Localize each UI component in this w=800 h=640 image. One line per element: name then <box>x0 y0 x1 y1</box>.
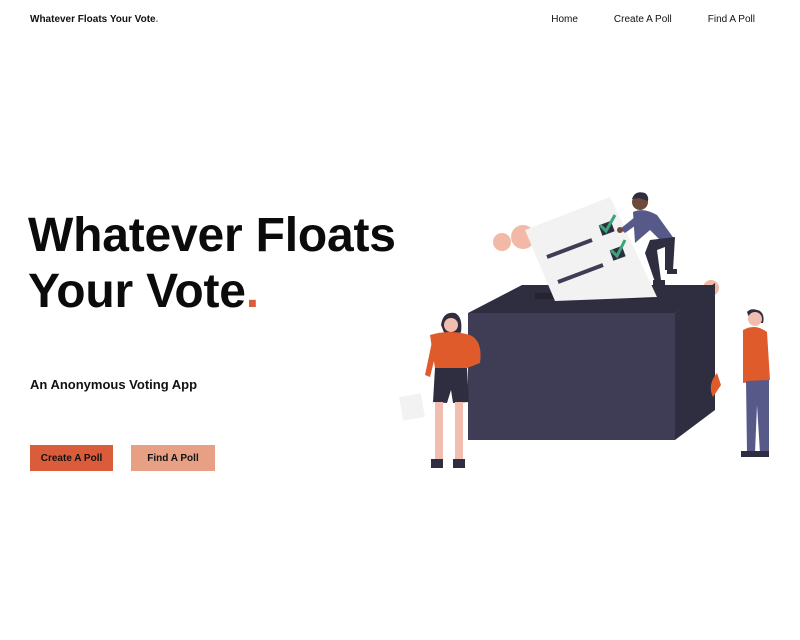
man-on-box-shoe-2 <box>667 269 677 274</box>
create-poll-button[interactable]: Create A Poll <box>30 445 113 471</box>
nav-links: Home Create A Poll Find A Poll <box>551 14 755 25</box>
ballot-box <box>468 283 715 440</box>
decor-circle-1 <box>493 233 511 251</box>
brand-name: Whatever Floats Your Vote <box>30 14 156 25</box>
woman-head <box>444 318 458 332</box>
man-on-box-shoe-1 <box>653 280 665 285</box>
woman-leg-2 <box>455 402 463 460</box>
brand-dot: . <box>155 14 159 25</box>
man-right-shoe-1 <box>741 451 755 457</box>
woman-leg-1 <box>435 402 443 460</box>
hero-title-line-2: Your Vote. <box>28 264 428 320</box>
man-right-head <box>748 312 762 326</box>
hero-title-line-1: Whatever Floats <box>28 209 396 262</box>
woman-torso <box>430 332 481 368</box>
man-right-legs <box>746 380 769 453</box>
woman-shoe-2 <box>453 459 465 468</box>
hero-title: Whatever Floats Your Vote. <box>28 208 428 320</box>
woman-paper <box>399 393 425 421</box>
man-right-shoe-2 <box>755 451 769 457</box>
ballot-box-front <box>468 313 675 440</box>
nav-link-create-poll[interactable]: Create A Poll <box>614 14 672 25</box>
hero-title-line-2-text: Your Vote <box>28 265 246 318</box>
man-right-torso <box>743 326 770 383</box>
man-on-box-legs <box>645 237 675 282</box>
woman-shoe-1 <box>431 459 443 468</box>
nav-link-home[interactable]: Home <box>551 14 578 25</box>
hero-subtitle: An Anonymous Voting App <box>30 377 198 392</box>
man-right <box>710 309 770 457</box>
hero-title-dot: . <box>245 265 259 318</box>
voting-ballot-box-illustration <box>399 192 770 468</box>
woman-shorts <box>433 368 469 403</box>
man-on-box-hand <box>617 227 623 233</box>
navbar: Whatever Floats Your Vote. Home Create A… <box>0 0 800 40</box>
brand-logo[interactable]: Whatever Floats Your Vote. <box>30 14 158 25</box>
nav-link-find-poll[interactable]: Find A Poll <box>708 14 755 25</box>
find-poll-button[interactable]: Find A Poll <box>131 445 215 471</box>
